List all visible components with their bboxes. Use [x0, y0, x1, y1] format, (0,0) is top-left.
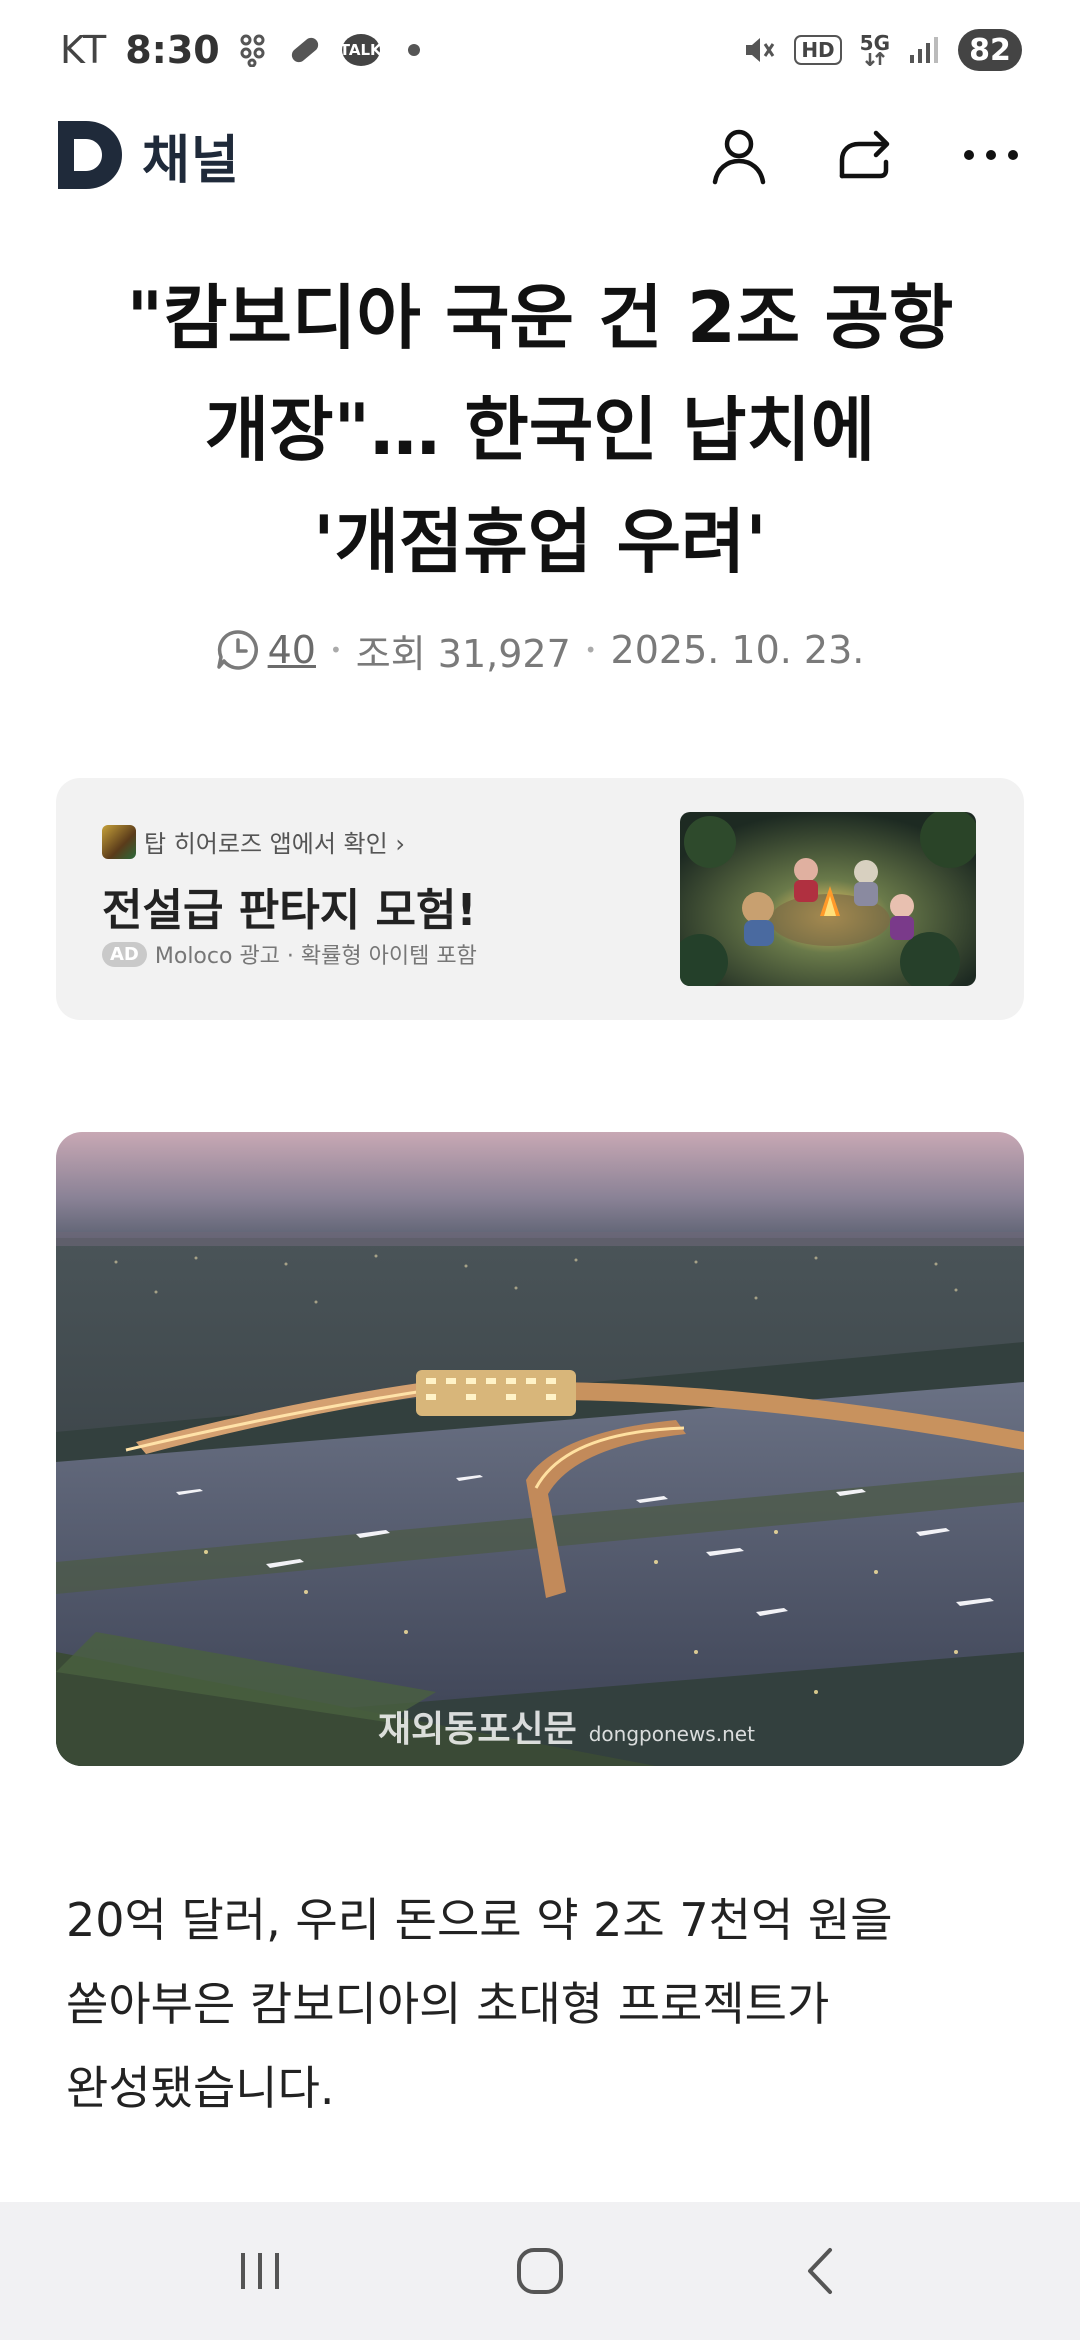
app-header: 채널 [0, 100, 1080, 210]
status-right: HD 5G 82 [742, 29, 1022, 71]
ad-game-scene [680, 812, 976, 986]
home-button[interactable] [495, 2226, 585, 2316]
brand[interactable]: 채널 [58, 118, 240, 193]
person-icon [712, 129, 766, 185]
network-label: 5G [859, 31, 890, 55]
meta-separator: • [584, 638, 597, 662]
view-count: 조회 31,927 [355, 631, 571, 676]
ad-badge: AD [102, 941, 147, 967]
signal-icon [908, 35, 940, 65]
pill-icon [286, 31, 324, 69]
carrier-label: KT [60, 28, 108, 72]
article-image[interactable]: 재외동포신문 dongponews.net [56, 1132, 1024, 1766]
mute-icon [742, 33, 776, 67]
article-body: 20억 달러, 우리 돈으로 약 2조 7천억 원을 쏟아부은 캄보디아의 초대… [66, 1878, 1016, 2130]
share-icon [839, 130, 890, 179]
comment-link[interactable]: 40 [216, 628, 316, 672]
daum-logo-icon [58, 121, 122, 189]
headline-line: '개점휴업 우려' [313, 501, 767, 583]
status-bar: KT 8:30 TALK HD 5G 82 [0, 0, 1080, 100]
article-meta: 40 • 조회 31,927 • 2025. 10. 23. [0, 620, 1080, 680]
notification-dot-icon [407, 44, 420, 56]
watermark-title: 재외동포신문 [378, 1708, 577, 1750]
body-line: 쏟아부은 캄보디아의 초대형 프로젝트가 [66, 1977, 830, 2031]
back-icon [808, 2248, 832, 2294]
comment-icon [216, 630, 258, 670]
recent-apps-icon [241, 2253, 279, 2289]
headline-line: "캄보디아 국운 건 2조 공항 [126, 277, 954, 359]
status-left: KT 8:30 TALK [60, 28, 420, 72]
article-headline: "캄보디아 국운 건 2조 공항 개장"… 한국인 납치에 '개점휴업 우려' [80, 262, 1000, 598]
publish-date: 2025. 10. 23. [610, 628, 865, 672]
image-watermark: 재외동포신문 dongponews.net [378, 1700, 755, 1752]
more-horizontal-icon [964, 150, 1018, 160]
body-line: 완성됐습니다. [66, 2061, 335, 2115]
comment-count: 40 [267, 628, 316, 672]
ad-image[interactable] [680, 812, 976, 986]
ad-source-label: 탑 히어로즈 앱에서 확인 › [144, 830, 405, 858]
network-5g-icon: 5G [859, 31, 890, 66]
dots-grid-icon [238, 33, 268, 67]
profile-button[interactable] [706, 122, 772, 188]
headline-line: 개장"… 한국인 납치에 [204, 389, 876, 471]
home-icon [517, 2248, 563, 2294]
more-button[interactable] [958, 122, 1024, 188]
battery-indicator: 82 [958, 29, 1022, 71]
airport-photo [56, 1132, 1024, 1766]
brand-name: 채널 [142, 130, 240, 191]
ad-source[interactable]: 탑 히어로즈 앱에서 확인 › [102, 824, 405, 859]
ad-card[interactable]: 탑 히어로즈 앱에서 확인 › 전설급 판타지 모험! AD Moloco 광고… [56, 778, 1024, 1020]
body-line: 20억 달러, 우리 돈으로 약 2조 7천억 원을 [66, 1893, 893, 1947]
clock: 8:30 [125, 28, 220, 72]
ad-advertiser: Moloco 광고 · 확률형 아이템 포함 [154, 944, 477, 969]
ad-subline: AD Moloco 광고 · 확률형 아이템 포함 [102, 938, 477, 970]
share-button[interactable] [832, 122, 898, 188]
header-actions [706, 122, 1024, 188]
recent-apps-button[interactable] [215, 2226, 305, 2316]
game-app-icon [102, 824, 136, 859]
kakao-talk-icon: TALK [340, 34, 382, 66]
back-button[interactable] [775, 2226, 865, 2316]
watermark-url: dongponews.net [588, 1722, 755, 1746]
hd-voice-icon: HD [794, 35, 842, 65]
system-nav-bar [0, 2202, 1080, 2340]
meta-separator: • [329, 638, 342, 662]
ad-title: 전설급 판타지 모험! [102, 885, 477, 936]
